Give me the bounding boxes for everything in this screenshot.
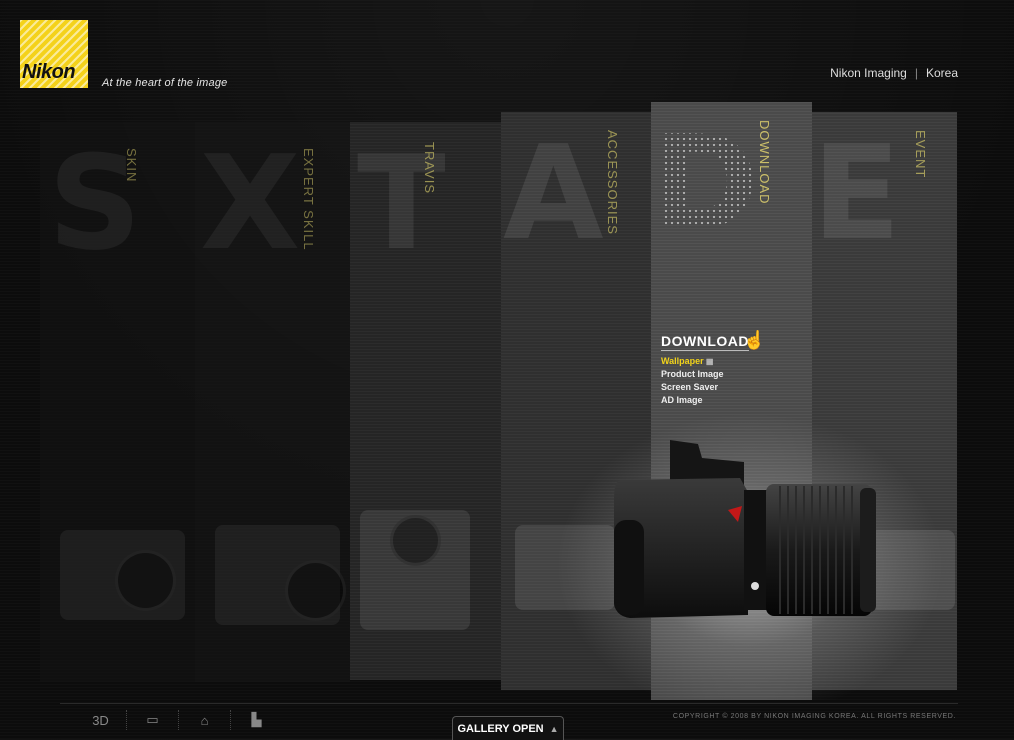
copyright-text: COPYRIGHT © 2008 BY NIKON IMAGING KOREA.… [672,713,956,720]
camera-thumbnail-event[interactable] [870,530,955,610]
panel-letter-e: E [812,117,901,269]
top-nav: Nikon Imaging | Korea [830,66,958,80]
lens-shape [390,515,441,566]
gallery-open-button[interactable]: GALLERY OPEN ▲ [452,716,564,740]
panel-letter-x: X [200,127,301,279]
footer-icon-bar: 3D ▭ ⌂ ▙ [75,710,282,730]
panel-label-event: EVENT [913,130,928,179]
nav-separator: | [914,66,918,80]
menu-item-screen-saver[interactable]: Screen Saver [661,381,724,394]
menu-item-wallpaper[interactable]: Wallpaper [661,355,724,368]
gallery-open-label: GALLERY OPEN [457,722,544,735]
menu-item-ad-image[interactable]: AD Image [661,394,724,407]
camera-thumbnail-skin[interactable] [60,530,185,620]
panel-label-download: DOWNLOAD [757,120,772,205]
panel-label-accessories: ACCESSORIES [605,130,620,235]
lens-shape [285,560,346,621]
download-menu-title[interactable]: DOWNLOAD [661,333,749,351]
chevron-up-icon: ▲ [549,723,559,734]
nikon-logo[interactable]: Nikon [20,20,88,88]
home-icon[interactable]: ⌂ [179,710,231,730]
panel-label-skin: SKIN [124,148,139,183]
hand-cursor-icon: ☝ [743,330,766,350]
3d-icon[interactable]: 3D [75,710,127,730]
camera-thumbnail-expert-skill[interactable] [215,525,346,625]
dslr-camera-image [614,440,876,618]
lens-shape [115,550,176,611]
nav-korea-link[interactable]: Korea [926,66,958,80]
featured-dslr-camera[interactable] [610,440,880,622]
footer-divider [60,703,958,704]
tv-icon[interactable]: ▭ [127,710,179,730]
download-menu: Wallpaper Product Image Screen Saver AD … [661,355,724,407]
panel-letter-a: A [503,117,604,269]
logo-wordmark: Nikon [22,61,76,83]
panel-label-travis: TRAVIS [422,142,437,194]
camera-thumbnail-travis[interactable] [360,510,470,630]
nav-nikon-imaging-link[interactable]: Nikon Imaging [830,66,907,80]
camera-thumbnail-accessories[interactable] [515,525,615,610]
brand-tagline: At the heart of the image [102,77,228,89]
panel-letter-d: D [651,107,759,259]
chart-icon[interactable]: ▙ [231,710,282,730]
menu-item-product-image[interactable]: Product Image [661,368,724,381]
panel-label-expert-skill: EXPERT SKILL [301,148,316,251]
